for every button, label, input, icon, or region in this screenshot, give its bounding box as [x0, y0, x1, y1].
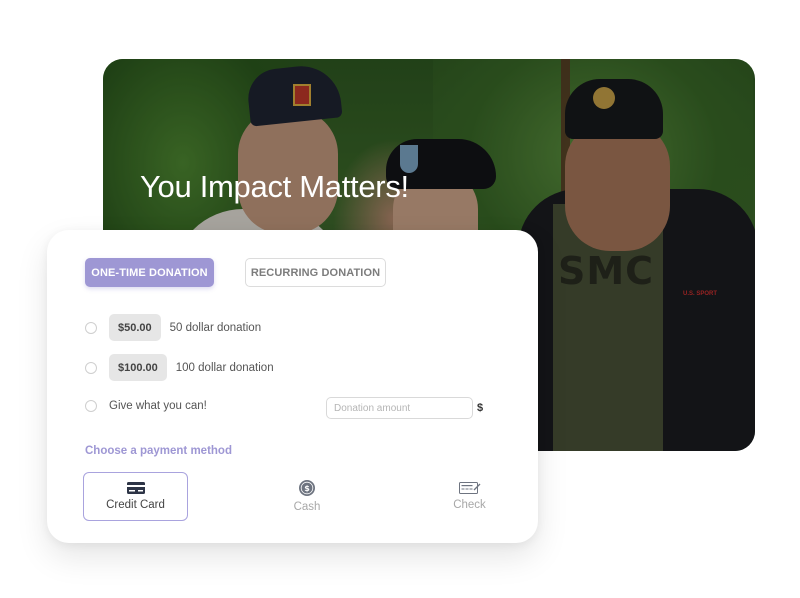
- payment-method-label: Credit Card: [106, 499, 165, 511]
- option-description: 100 dollar donation: [175, 361, 274, 374]
- payment-method-label: Cash: [293, 501, 321, 513]
- custom-option-label: Give what you can!: [109, 400, 207, 412]
- hero-title: You Impact Matters!: [140, 169, 409, 204]
- donation-option-custom[interactable]: Give what you can!: [85, 400, 207, 412]
- svg-text:$: $: [304, 484, 310, 493]
- donation-amount-input[interactable]: [326, 397, 473, 419]
- radio-button[interactable]: [85, 400, 97, 412]
- tab-recurring-donation[interactable]: RECURRING DONATION: [245, 258, 386, 287]
- currency-symbol: $: [477, 402, 484, 414]
- amount-chip[interactable]: $100.00: [109, 354, 167, 381]
- donation-option-50[interactable]: $50.00 50 dollar donation: [85, 314, 261, 341]
- credit-card-icon: [126, 482, 145, 494]
- radio-button[interactable]: [85, 361, 97, 374]
- dollar-coin-icon: $: [299, 480, 315, 496]
- payment-method-credit-card[interactable]: Credit Card: [83, 472, 188, 521]
- radio-button[interactable]: [85, 321, 97, 334]
- payment-method-check[interactable]: Check: [437, 472, 502, 521]
- donation-form-card: ONE-TIME DONATION RECURRING DONATION $50…: [47, 230, 538, 543]
- payment-method-label: Check: [453, 499, 486, 511]
- donation-option-100[interactable]: $100.00 100 dollar donation: [85, 354, 274, 381]
- option-description: 50 dollar donation: [169, 321, 262, 334]
- check-cheque-icon: [458, 482, 481, 494]
- payment-method-heading: Choose a payment method: [85, 445, 232, 457]
- payment-method-cash[interactable]: $ Cash: [272, 472, 342, 521]
- tab-one-time-donation[interactable]: ONE-TIME DONATION: [85, 258, 214, 287]
- amount-chip[interactable]: $50.00: [109, 314, 161, 341]
